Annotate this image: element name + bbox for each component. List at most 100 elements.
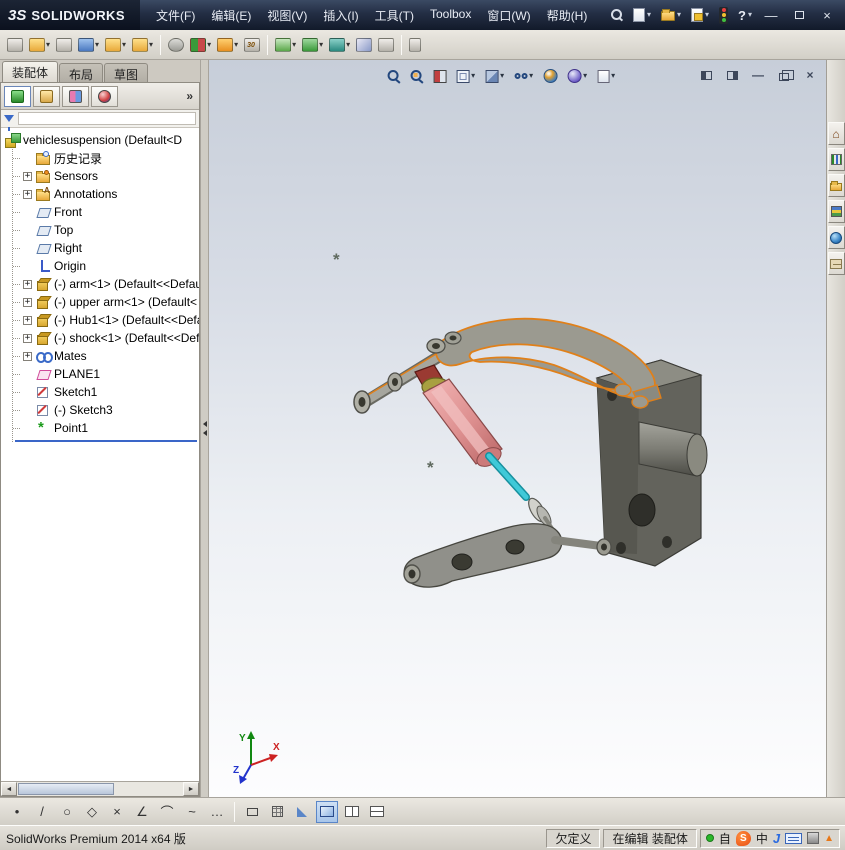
assembly-features-button[interactable]: ▾ (188, 33, 213, 57)
tab-assembly[interactable]: 装配体 (2, 61, 59, 82)
displaymanager-tab[interactable] (91, 85, 118, 107)
menu-toolbox[interactable]: Toolbox (422, 2, 479, 29)
ime-custom-label[interactable]: 自 (719, 830, 731, 847)
tree-item-upper-arm[interactable]: + (-) upper arm<1> (Default< (13, 293, 199, 311)
custom-properties-tab[interactable] (827, 252, 845, 275)
tree-item-hub1[interactable]: + (-) Hub1<1> (Default<<Defa (13, 311, 199, 329)
exploded-view-button[interactable]: ▾ (300, 33, 325, 57)
mass-properties-button[interactable] (376, 33, 396, 57)
expand-toggle[interactable]: + (23, 189, 32, 199)
viewport-two-button[interactable] (341, 801, 363, 823)
sketch-trim-button[interactable]: × (106, 801, 128, 823)
tab-sketch[interactable]: 草图 (104, 63, 149, 82)
sketch-arc-button[interactable]: ⌒ (156, 801, 178, 823)
configurationmanager-tab[interactable] (62, 85, 89, 107)
tree-item-front-plane[interactable]: Front (13, 203, 199, 221)
interference-detection-button[interactable]: ▾ (327, 33, 352, 57)
tree-item-right-plane[interactable]: Right (13, 239, 199, 257)
ime-language-label[interactable]: 中 (756, 830, 768, 847)
window-minimize-button[interactable]: — (759, 5, 783, 25)
tree-item-sketch1[interactable]: Sketch1 (13, 383, 199, 401)
assembly-model-3d[interactable] (209, 60, 826, 797)
menu-help[interactable]: 帮助(H) (539, 2, 596, 29)
tree-item-annotations[interactable]: + A Annotations (13, 185, 199, 203)
ime-keyboard-icon[interactable] (785, 832, 803, 844)
ime-shape-icon[interactable]: J (773, 831, 780, 846)
tray-settings-icon[interactable] (807, 832, 820, 844)
appearances-scenes-tab[interactable] (827, 226, 845, 249)
rollback-bar[interactable] (15, 440, 197, 442)
file-explorer-tab[interactable] (827, 174, 845, 197)
menu-insert[interactable]: 插入(I) (315, 2, 366, 29)
scroll-right-button[interactable]: ► (183, 782, 199, 796)
tree-item-shock[interactable]: + (-) shock<1> (Default<<Defa (13, 329, 199, 347)
menu-file[interactable]: 文件(F) (148, 2, 203, 29)
window-maximize-button[interactable] (787, 5, 811, 25)
tree-item-sensors[interactable]: + Sensors (13, 167, 199, 185)
help-button[interactable]: ? ▾ (735, 4, 755, 26)
tray-arrow-icon[interactable]: ▲ (824, 833, 834, 844)
expand-toggle[interactable]: + (23, 279, 32, 289)
insert-components-button[interactable]: ▾ (27, 33, 52, 57)
design-library-tab[interactable] (827, 148, 845, 171)
tab-layout[interactable]: 布局 (59, 63, 104, 82)
measure-button[interactable] (354, 33, 374, 57)
linear-component-pattern-button[interactable]: ▾ (76, 33, 101, 57)
tree-item-mates[interactable]: + Mates (13, 347, 199, 365)
scroll-left-button[interactable]: ◄ (1, 782, 17, 796)
new-document-button[interactable]: ▾ (630, 4, 654, 26)
sketch-line-button[interactable]: / (31, 801, 53, 823)
solidworks-resources-tab[interactable]: ⌂ (827, 122, 845, 145)
reference-geometry-button[interactable]: ▾ (215, 33, 240, 57)
menu-tools[interactable]: 工具(T) (367, 2, 422, 29)
options-button[interactable] (407, 33, 423, 57)
filter-input[interactable] (18, 112, 196, 125)
window-close-button[interactable]: × (815, 5, 839, 25)
tree-item-top-plane[interactable]: Top (13, 221, 199, 239)
sogou-ime-icon[interactable]: S (735, 830, 751, 846)
viewport-single-button[interactable] (316, 800, 338, 823)
snap-grid-button[interactable] (266, 801, 288, 823)
sketch-circle-button[interactable]: ○ (56, 801, 78, 823)
expand-toggle[interactable]: + (23, 171, 32, 181)
expand-toggle[interactable]: + (23, 351, 32, 361)
sketch-angle-button[interactable]: ∠ (131, 801, 153, 823)
show-hidden-components-button[interactable] (166, 33, 186, 57)
bill-of-materials-button[interactable]: ▾ (273, 33, 298, 57)
featuremanager-tab[interactable] (4, 85, 31, 107)
tree-root-assembly[interactable]: vehiclesuspension (Default<D (4, 131, 199, 149)
expand-toggle[interactable]: + (23, 333, 32, 343)
mate-button[interactable] (54, 33, 74, 57)
tree-item-plane1[interactable]: PLANE1 (13, 365, 199, 383)
snap-angle-button[interactable] (291, 801, 313, 823)
sketch-point-button[interactable]: • (6, 801, 28, 823)
panel-splitter[interactable] (200, 60, 209, 797)
panel-overflow-chevron[interactable]: » (186, 89, 196, 103)
tree-item-origin[interactable]: Origin (13, 257, 199, 275)
sketch-pattern-button[interactable]: … (206, 801, 228, 823)
model-shock-absorber[interactable] (414, 364, 555, 532)
expand-toggle[interactable]: + (23, 297, 32, 307)
expand-toggle[interactable]: + (23, 315, 32, 325)
move-component-button[interactable]: ▾ (130, 33, 155, 57)
viewport-horizontal-button[interactable] (366, 801, 388, 823)
edit-component-button[interactable] (5, 33, 25, 57)
rebuild-button[interactable] (716, 4, 731, 26)
menu-window[interactable]: 窗口(W) (479, 2, 538, 29)
smart-fasteners-button[interactable]: ▾ (103, 33, 128, 57)
save-document-button[interactable]: ▾ (688, 4, 712, 26)
sketch-polygon-button[interactable]: ◇ (81, 801, 103, 823)
model-lower-arm[interactable] (403, 523, 612, 588)
tree-item-sketch3[interactable]: (-) Sketch3 (13, 401, 199, 419)
panel-horizontal-scrollbar[interactable]: ◄ ► (1, 781, 199, 796)
snap-rectangle-button[interactable] (241, 801, 263, 823)
menu-view[interactable]: 视图(V) (259, 2, 315, 29)
tree-item-point1[interactable]: Point1 (13, 419, 199, 437)
propertymanager-tab[interactable] (33, 85, 60, 107)
view-palette-tab[interactable] (827, 200, 845, 223)
sketch-spline-button[interactable]: ~ (181, 801, 203, 823)
scrollbar-thumb[interactable] (18, 783, 114, 795)
search-icon[interactable] (608, 4, 626, 26)
menu-edit[interactable]: 编辑(E) (203, 2, 259, 29)
tree-item-history[interactable]: 历史记录 (13, 149, 199, 167)
